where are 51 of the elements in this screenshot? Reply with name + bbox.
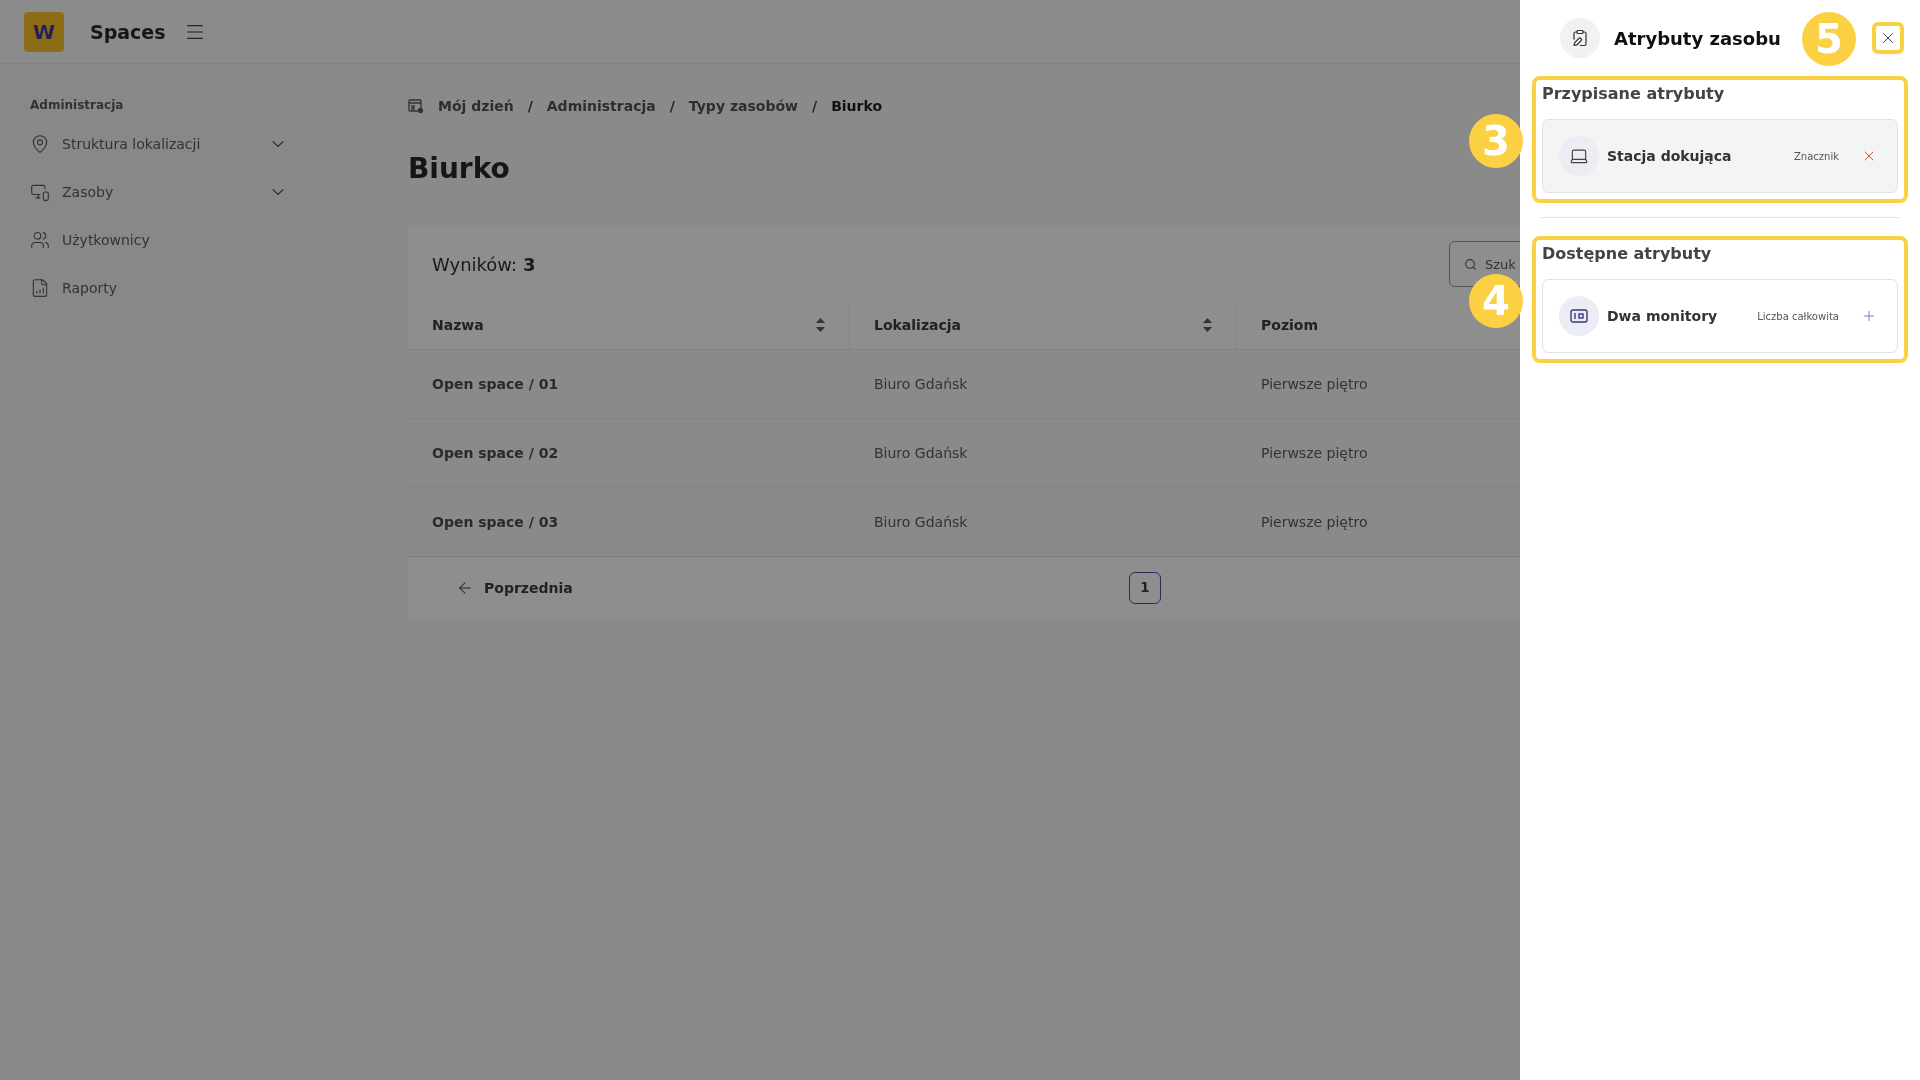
clipboard-edit-icon [1560, 18, 1600, 58]
drawer-title: Atrybuty zasobu [1614, 27, 1781, 49]
table-cell-text: Open space / 03 [431, 514, 560, 530]
page-button[interactable]: 1 [1129, 571, 1161, 604]
table-cell-text: Pierwsze piętro [1260, 514, 1369, 530]
app-name: Spaces [90, 20, 166, 43]
attribute-name: Stacja dokująca [1607, 148, 1733, 164]
page-title: Biurko [408, 152, 511, 185]
report-icon [30, 278, 50, 298]
results-count: Wyników: 3 [432, 253, 536, 275]
section-title: Dostępne atrybuty [1542, 244, 1713, 263]
previous-button[interactable]: Poprzednia [450, 577, 579, 598]
sidebar-item[interactable]: Raporty [62, 280, 292, 296]
table-cell-text: Open space / 02 [431, 445, 560, 461]
search-input[interactable]: Szuk [1485, 256, 1520, 272]
section-title: Przypisane atrybuty [1542, 84, 1726, 103]
callout-number: 3 [1469, 114, 1523, 168]
table-cell-text: Biuro Gdańsk [873, 445, 969, 461]
table-cell-text: Biuro Gdańsk [873, 376, 969, 392]
monitor-icon [1559, 296, 1599, 336]
breadcrumb-separator: / [812, 98, 818, 114]
search-icon [1464, 257, 1477, 271]
sidebar-item[interactable]: Zasoby [62, 184, 256, 200]
sort-icon[interactable] [816, 318, 825, 332]
sidebar-item[interactable]: Użytkownicy [62, 232, 292, 248]
sidebar-section-title: Administracja [30, 98, 125, 112]
devices-icon [30, 182, 50, 202]
callout-number: 5 [1802, 12, 1856, 66]
app-logo[interactable]: W [24, 11, 64, 52]
table-cell-text: Pierwsze piętro [1260, 445, 1369, 461]
column-header: Lokalizacja [874, 317, 962, 333]
sidebar-item[interactable]: Struktura lokalizacji [62, 136, 256, 152]
breadcrumb-separator: / [527, 98, 533, 114]
laptop-icon [1559, 136, 1599, 176]
calendar-gear-icon [408, 98, 424, 114]
column-header: Poziom [1261, 317, 1319, 333]
attribute-type: Liczba całkowita [1757, 310, 1839, 322]
table-cell-text: Pierwsze piętro [1260, 376, 1369, 392]
location-pin-icon [30, 134, 50, 154]
breadcrumb-separator: / [669, 98, 675, 114]
sort-icon[interactable] [1203, 318, 1212, 332]
breadcrumb-link[interactable]: Typy zasobów [688, 98, 798, 114]
table-cell-text: Open space / 01 [431, 376, 560, 392]
breadcrumb-link[interactable]: Administracja [546, 98, 656, 114]
attribute-type: Znacznik [1794, 150, 1839, 162]
breadcrumb-link[interactable]: Biurko [831, 98, 883, 114]
table-cell-text: Biuro Gdańsk [873, 514, 969, 530]
breadcrumb-link[interactable]: Mój dzień [438, 98, 514, 114]
column-header: Nazwa [432, 317, 484, 333]
users-icon [30, 230, 50, 250]
attribute-name: Dwa monitory [1607, 308, 1719, 324]
